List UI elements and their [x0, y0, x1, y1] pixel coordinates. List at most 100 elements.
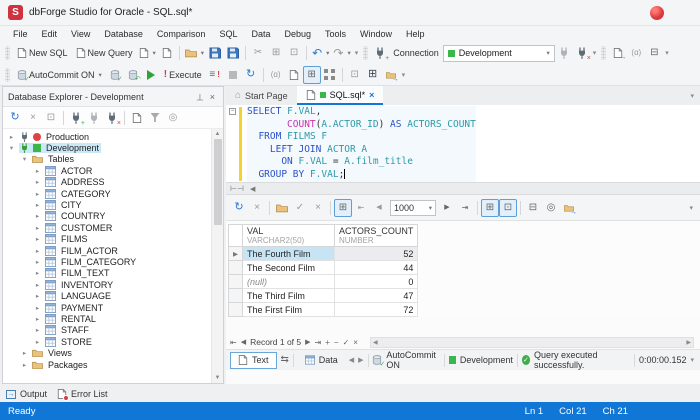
cell-val[interactable]: The First Film [242, 302, 335, 317]
export-tool-button[interactable]: → [382, 66, 400, 84]
menu-edit[interactable]: Edit [35, 26, 65, 42]
pin-icon[interactable]: ⊤ [193, 91, 207, 102]
expand-icon[interactable]: ▸ [33, 338, 42, 346]
tab-data-view[interactable]: Data [298, 352, 345, 369]
new-sql-button[interactable]: New SQL [13, 44, 72, 62]
export-data-button[interactable]: → [560, 199, 578, 217]
toolbar-overflow-button[interactable]: ▾ [593, 49, 597, 57]
toolbar-overflow-button[interactable]: ▾ [402, 71, 406, 79]
expand-icon[interactable]: ▸ [33, 224, 42, 232]
execute-to-file-button[interactable]: → [609, 44, 627, 62]
open-file-button[interactable]: ▾ [183, 44, 206, 62]
new-connection-document-button[interactable] [158, 44, 176, 62]
editor-results-splitter[interactable]: ⊢⊣ ◀ [226, 182, 700, 195]
cell-val[interactable]: The Fourth Film [242, 246, 335, 261]
first-page-button[interactable]: ⇤ [352, 199, 370, 217]
tree-item-actor[interactable]: ▸ ACTOR [3, 165, 223, 176]
results-open-button[interactable] [273, 199, 291, 217]
expand-icon[interactable]: ▸ [33, 269, 42, 277]
tree-item-address[interactable]: ▸ ADDRESS [3, 177, 223, 188]
new-document-button[interactable]: ▾ [137, 44, 158, 62]
paging-mode-button[interactable]: ⊞ [334, 198, 352, 217]
toolbar-grip[interactable] [5, 67, 10, 82]
tree-item-language[interactable]: ▸ LANGUAGE [3, 290, 223, 302]
code-snippets-button[interactable]: (ɑ) [627, 44, 645, 62]
paste-button[interactable]: ⊡ [285, 44, 303, 62]
execute-play-button[interactable] [142, 66, 160, 84]
last-page-button[interactable]: ⇥ [456, 199, 474, 217]
menu-database[interactable]: Database [97, 26, 150, 42]
explorer-connect-button[interactable] [85, 109, 103, 127]
column-header-actors-count[interactable]: ACTORS_COUNT NUMBER [333, 224, 419, 247]
row-selector[interactable]: ▶ [228, 246, 243, 261]
tree-item-staff[interactable]: ▸ STAFF [3, 325, 223, 336]
expand-icon[interactable]: ▸ [33, 247, 42, 255]
tree-item-store[interactable]: ▸ STORE [3, 336, 223, 347]
toolbar-grip[interactable] [363, 46, 369, 60]
toolbar-overflow-button[interactable]: ▾ [355, 49, 359, 57]
cell-actors-count[interactable]: 47 [333, 288, 419, 303]
prev-page-button[interactable]: ◀ [370, 199, 388, 217]
results-post-button[interactable]: ✓ [291, 199, 309, 217]
tree-item-film-text[interactable]: ▸ FILM_TEXT [3, 268, 223, 279]
execute-button[interactable]: ! Execute [160, 66, 206, 84]
tree-item-views[interactable]: ▸ Views [3, 347, 223, 358]
scrollbar-thumb[interactable] [213, 139, 222, 225]
notification-icon[interactable] [650, 5, 664, 20]
menu-debug[interactable]: Debug [277, 26, 318, 42]
tree-item-country[interactable]: ▸ COUNTRY [3, 211, 223, 222]
next-view-button[interactable]: ▶ [358, 356, 363, 364]
column-header-val[interactable]: VAL VARCHAR2(50) [242, 224, 335, 247]
code-line-2[interactable]: COUNT(A.ACTOR_ID) AS ACTORS_COUNT [247, 118, 476, 132]
menu-window[interactable]: Window [353, 26, 399, 42]
menu-file[interactable]: File [6, 26, 35, 42]
tree-item-film-actor[interactable]: ▸ FILM_ACTOR [3, 245, 223, 256]
expand-icon[interactable]: ▸ [20, 361, 29, 369]
rollback-button[interactable]: ↶ [124, 66, 142, 84]
tree-item-category[interactable]: ▸ CATEGORY [3, 188, 223, 199]
cell-actors-count[interactable]: 0 [333, 274, 419, 289]
fetch-size-select[interactable]: 1000 ▾ [390, 199, 436, 216]
copy-button[interactable]: ⊞ [267, 44, 285, 62]
close-icon[interactable]: × [207, 92, 218, 102]
stop-button[interactable] [224, 66, 242, 84]
table-row[interactable]: The Second Film 44 [228, 260, 419, 275]
commit-button[interactable]: ✓ [106, 66, 124, 84]
explorer-refresh-button[interactable]: ↻ [6, 109, 24, 127]
code-line-5[interactable]: ON F.VAL = A.film_title [247, 156, 476, 169]
collapse-icon[interactable]: ▾ [7, 144, 16, 152]
toolbar-overflow-button[interactable]: ▾ [665, 49, 669, 57]
expand-icon[interactable]: ▸ [33, 201, 42, 209]
footer-overflow-button[interactable]: ▾ [690, 356, 694, 364]
tree-item-films[interactable]: ▸ FILMS [3, 234, 223, 245]
find-in-grid-button[interactable]: ◎ [542, 199, 560, 217]
results-overflow-button[interactable]: ▾ [689, 204, 693, 212]
split-handle-icon[interactable]: ⊢⊣ [230, 184, 244, 193]
cancel-edit-button[interactable]: × [353, 338, 358, 347]
expand-icon[interactable]: ▸ [7, 133, 16, 141]
tab-list-button[interactable]: ▾ [690, 92, 694, 100]
explorer-delete-button[interactable]: × [24, 109, 42, 127]
column-visibility-button[interactable]: ⊟ [524, 199, 542, 217]
code-line-3[interactable]: FROM FILMS F [247, 131, 476, 144]
expand-icon[interactable]: ▸ [33, 281, 42, 289]
expand-icon[interactable]: ▸ [33, 178, 42, 186]
table-row[interactable]: (null) 0 [228, 274, 419, 289]
tree-item-film-category[interactable]: ▸ FILM_CATEGORY [3, 256, 223, 267]
table-row[interactable]: ▶ The Fourth Film 52 [228, 246, 419, 261]
tree-item-rental[interactable]: ▸ RENTAL [3, 313, 223, 324]
code-line-1[interactable]: SELECT F.VAL, [247, 106, 476, 119]
collapse-icon[interactable]: ▾ [20, 155, 29, 163]
tree-item-inventory[interactable]: ▸ INVENTORY [3, 279, 223, 290]
row-selector[interactable] [228, 274, 243, 289]
scroll-right-icon[interactable]: ▶ [684, 339, 693, 346]
tree-item-production[interactable]: ▸ Production [3, 131, 223, 142]
results-cancel-button[interactable]: × [248, 199, 266, 217]
explorer-disconnect-button[interactable]: × [103, 109, 121, 127]
expand-icon[interactable]: ▸ [33, 258, 42, 266]
toolbar-grip[interactable] [5, 46, 10, 60]
first-record-button[interactable]: ⇤ [230, 338, 237, 347]
toolbar-grip[interactable] [601, 46, 607, 60]
tree-item-payment[interactable]: ▸ PAYMENT [3, 302, 223, 313]
save-all-button[interactable] [224, 44, 242, 62]
